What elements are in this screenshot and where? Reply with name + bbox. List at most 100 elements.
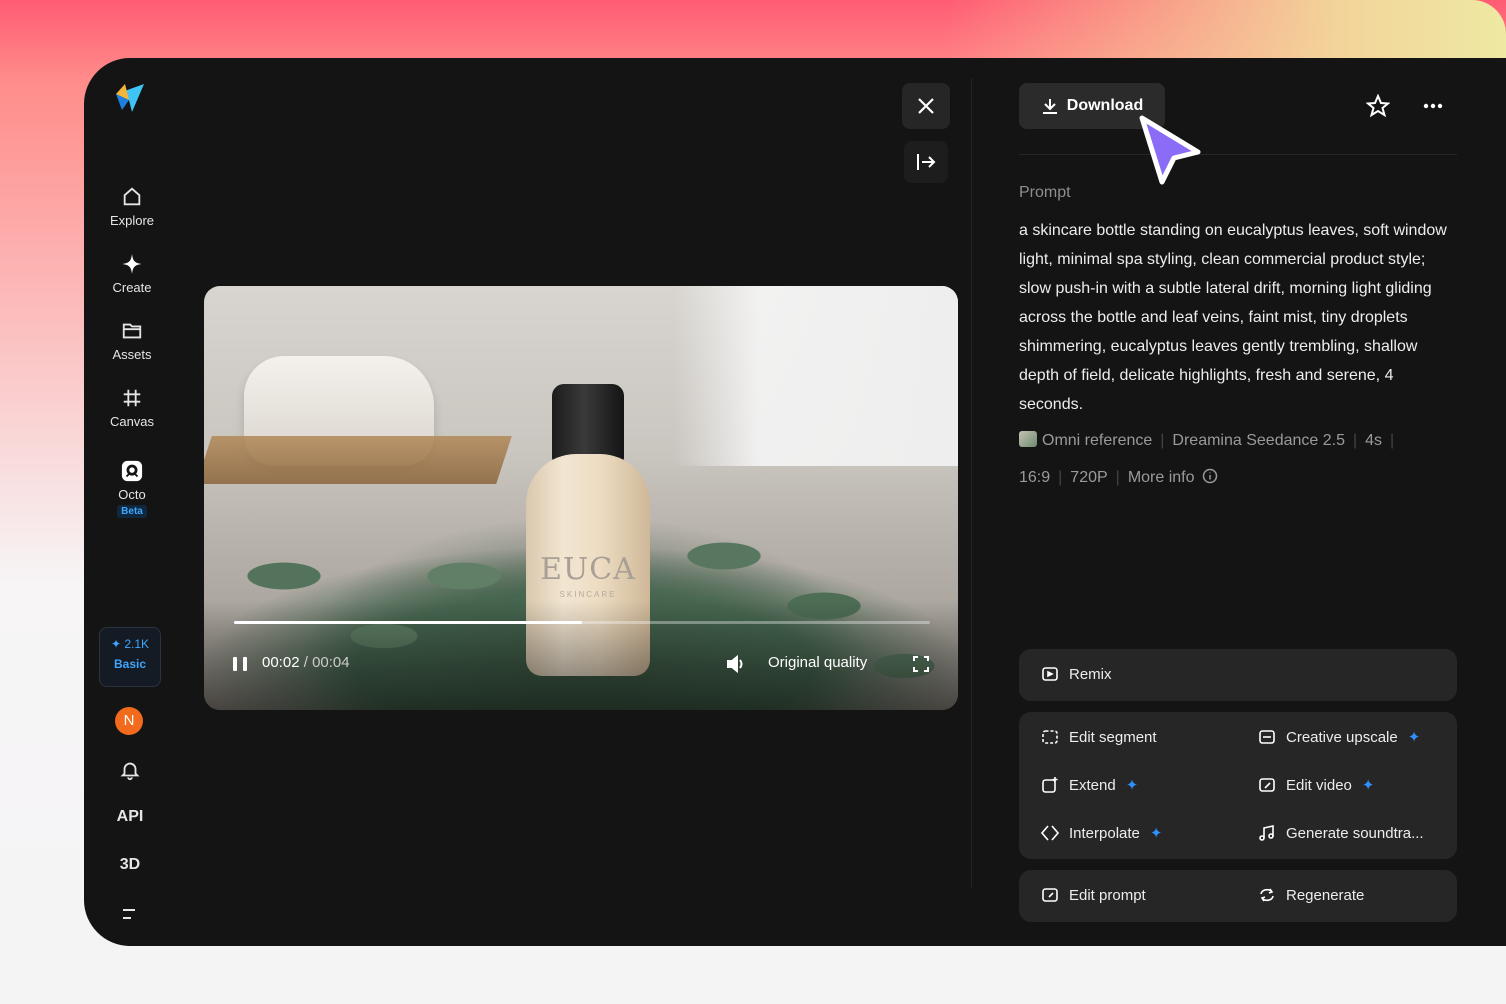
edit-video-icon bbox=[1259, 778, 1275, 792]
regenerate-label: Regenerate bbox=[1286, 886, 1365, 904]
sidebar-item-create[interactable]: Create bbox=[84, 253, 180, 295]
aspect-ratio-label: 16:9 bbox=[1019, 469, 1051, 486]
canvas-icon bbox=[123, 389, 141, 407]
sparkle-accent-icon: ✦ bbox=[1149, 825, 1163, 842]
sidebar: Explore Create Assets Canvas Octo Beta ✦… bbox=[84, 58, 180, 946]
remix-label: Remix bbox=[1069, 665, 1112, 683]
api-button[interactable]: API bbox=[84, 808, 176, 826]
current-time: 00:02 bbox=[262, 654, 300, 671]
3d-button[interactable]: 3D bbox=[84, 856, 176, 874]
bottle-subbrand: SKINCARE bbox=[559, 590, 617, 599]
collapse-panel-button[interactable] bbox=[904, 141, 948, 183]
duration: 00:04 bbox=[312, 654, 350, 671]
edit-video-label: Edit video bbox=[1286, 776, 1352, 794]
sidebar-item-explore[interactable]: Explore bbox=[84, 186, 180, 228]
avatar[interactable]: N bbox=[115, 707, 143, 735]
video-time: 00:02 / 00:04 bbox=[262, 654, 350, 671]
edit-segment-icon bbox=[1042, 730, 1058, 744]
credits-widget[interactable]: ✦ 2.1K Basic bbox=[99, 627, 161, 687]
credits-amount: ✦ 2.1K bbox=[100, 637, 160, 651]
regenerate-button[interactable]: Regenerate bbox=[1258, 886, 1364, 904]
sidebar-item-label: Assets bbox=[112, 347, 152, 362]
volume-button[interactable] bbox=[726, 654, 748, 678]
meta-separator: | bbox=[1390, 432, 1395, 449]
edit-prompt-button[interactable]: Edit prompt bbox=[1041, 886, 1146, 904]
menu-button[interactable] bbox=[118, 902, 142, 926]
bottom-actions-card: Edit prompt Regenerate bbox=[1019, 870, 1457, 922]
notification-button[interactable] bbox=[118, 758, 142, 782]
video-player[interactable]: EUCA SKINCARE 00:02 / 00:04 Original qua… bbox=[204, 286, 958, 710]
quality-selector[interactable]: Original quality bbox=[768, 654, 867, 671]
edit-segment-label: Edit segment bbox=[1069, 728, 1157, 746]
meta-separator: | bbox=[1115, 469, 1120, 486]
sidebar-item-label: Canvas bbox=[109, 414, 155, 429]
home-icon bbox=[123, 187, 141, 206]
sidebar-item-label: Octo bbox=[118, 487, 146, 502]
edit-video-button[interactable]: Edit video ✦ bbox=[1258, 776, 1374, 794]
folder-icon bbox=[122, 323, 142, 339]
credits-amount-value: 2.1K bbox=[124, 637, 150, 651]
video-background bbox=[674, 286, 958, 466]
info-icon bbox=[1202, 468, 1218, 484]
extend-button[interactable]: Extend ✦ bbox=[1041, 776, 1138, 794]
plan-label: Basic bbox=[113, 657, 147, 671]
close-icon bbox=[918, 98, 934, 114]
panel-divider bbox=[971, 78, 972, 888]
edit-segment-button[interactable]: Edit segment bbox=[1041, 728, 1157, 746]
volume-icon bbox=[727, 654, 743, 674]
video-progress-bar[interactable] bbox=[234, 621, 930, 624]
time-separator: / bbox=[299, 654, 313, 671]
sidebar-item-label: Explore bbox=[109, 213, 155, 228]
edit-actions-card: Edit segment Creative upscale ✦ Extend ✦… bbox=[1019, 712, 1457, 859]
sparkle-accent-icon: ✦ bbox=[1361, 777, 1375, 794]
generate-soundtrack-label: Generate soundtra... bbox=[1286, 824, 1424, 842]
sparkle-small-icon: ✦ bbox=[110, 637, 122, 651]
pause-icon bbox=[233, 657, 247, 671]
pointer-cursor-icon bbox=[1139, 115, 1201, 185]
remix-action: Remix bbox=[1041, 665, 1112, 683]
meta-row-1: Omni reference | Dreamina Seedance 2.5 | 4s | bbox=[1019, 431, 1402, 450]
creative-upscale-label: Creative upscale bbox=[1286, 728, 1398, 746]
menu-icon bbox=[123, 909, 135, 919]
interpolate-label: Interpolate bbox=[1069, 824, 1140, 842]
meta-separator: | bbox=[1352, 432, 1358, 449]
regenerate-icon bbox=[1260, 888, 1274, 902]
omni-reference-label: Omni reference bbox=[1042, 432, 1153, 449]
details-panel: Download Prompt a skincare bottle standi… bbox=[1019, 58, 1457, 946]
remix-icon bbox=[1042, 667, 1058, 681]
generate-soundtrack-button[interactable]: Generate soundtra... bbox=[1258, 824, 1424, 842]
hd-icon bbox=[1259, 730, 1275, 744]
app-logo-icon bbox=[116, 84, 144, 112]
octo-icon bbox=[121, 460, 143, 482]
prompt-title: Prompt bbox=[1019, 184, 1071, 201]
sparkle-accent-icon: ✦ bbox=[1407, 729, 1421, 746]
edit-prompt-label: Edit prompt bbox=[1069, 886, 1146, 904]
fullscreen-icon bbox=[913, 656, 929, 672]
bottle-cap bbox=[552, 384, 624, 462]
fullscreen-button[interactable] bbox=[912, 655, 930, 677]
meta-separator: | bbox=[1058, 469, 1063, 486]
sidebar-item-label: Create bbox=[112, 280, 152, 295]
remix-button[interactable]: Remix bbox=[1019, 649, 1457, 701]
star-icon bbox=[1366, 94, 1390, 118]
more-info-link[interactable]: More info bbox=[1128, 469, 1195, 486]
prompt-text: a skincare bottle standing on eucalyptus… bbox=[1019, 222, 1447, 413]
favorite-button[interactable] bbox=[1364, 93, 1392, 119]
creative-upscale-button[interactable]: Creative upscale ✦ bbox=[1258, 728, 1420, 746]
panel-divider-horizontal bbox=[1019, 154, 1457, 155]
extend-label: Extend bbox=[1069, 776, 1116, 794]
download-icon bbox=[1042, 99, 1057, 114]
more-icon bbox=[1423, 103, 1443, 109]
sidebar-item-octo[interactable]: Octo Beta bbox=[84, 460, 180, 518]
pause-button[interactable] bbox=[231, 655, 249, 677]
sidebar-item-assets[interactable]: Assets bbox=[84, 320, 180, 362]
meta-row-2: 16:9 | 720P | More info bbox=[1019, 468, 1218, 487]
omni-reference-thumbnail bbox=[1019, 431, 1037, 447]
interpolate-button[interactable]: Interpolate ✦ bbox=[1041, 824, 1162, 842]
more-options-button[interactable] bbox=[1419, 93, 1447, 119]
video-progress-fill bbox=[234, 621, 582, 624]
sidebar-item-canvas[interactable]: Canvas bbox=[84, 387, 180, 429]
sparkle-accent-icon: ✦ bbox=[1125, 777, 1139, 794]
beta-badge: Beta bbox=[117, 505, 147, 518]
close-button[interactable] bbox=[902, 83, 950, 129]
